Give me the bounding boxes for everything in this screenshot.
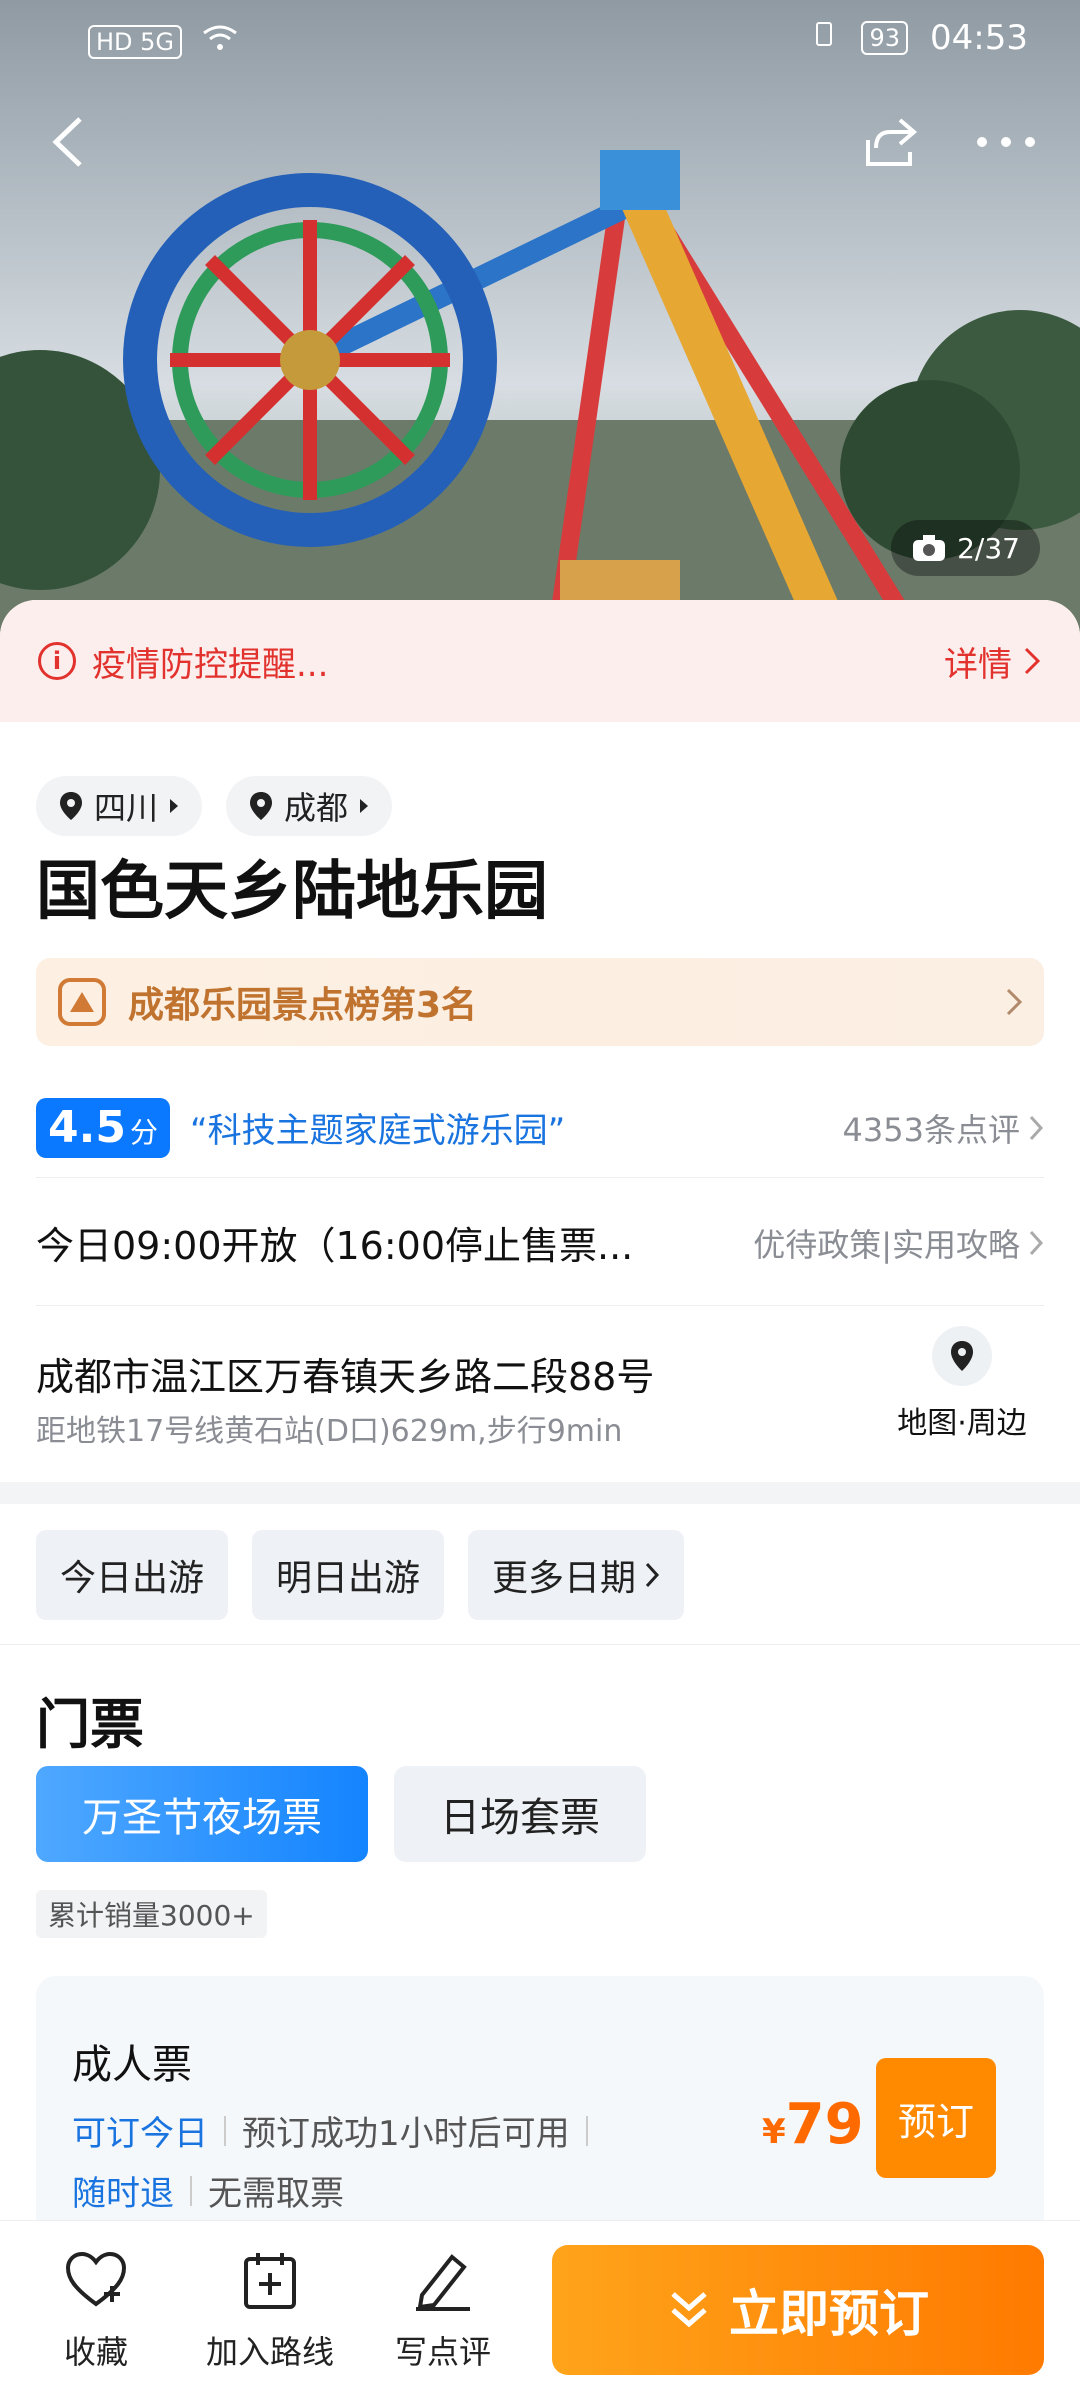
favorite-label: 收藏 <box>63 2333 128 2371</box>
ticket-tags-line1: 可订今日 预订成功1小时后可用 <box>72 2106 588 2155</box>
ranking-badge-icon <box>58 978 106 1026</box>
map-nearby-button[interactable]: 地图·周边 <box>882 1326 1042 1442</box>
ticket-name: 成人票 <box>72 2042 192 2088</box>
location-pin-icon <box>60 792 82 820</box>
sales-count-badge: 累计销量3000+ <box>36 1890 267 1938</box>
chevron-right-icon <box>1029 1230 1044 1255</box>
camera-icon <box>913 535 946 561</box>
review-count-link[interactable]: 4353条点评 <box>843 1105 1044 1151</box>
address-main: 成都市温江区万春镇天乡路二段88号 <box>36 1355 655 1399</box>
ticket-type-tabs: 万圣节夜场票 日场套票 <box>36 1766 646 1862</box>
ticket-tags-line2: 随时退 无需取票 <box>72 2166 344 2215</box>
chevron-right-icon <box>1006 988 1023 1016</box>
more-dates-button[interactable]: 更多日期 <box>468 1530 685 1620</box>
info-icon: i <box>38 642 76 680</box>
ranking-text: 成都乐园景点榜第3名 <box>128 985 478 1026</box>
section-divider <box>0 1482 1080 1504</box>
date-selector: 今日出游 明日出游 更多日期 <box>36 1530 685 1620</box>
share-button[interactable] <box>850 102 930 182</box>
score-badge: 4.5 分 <box>36 1097 170 1158</box>
bottom-action-bar: 收藏 加入路线 写点评 立即预订 <box>0 2220 1080 2400</box>
notice-text: 疫情防控提醒... <box>92 644 329 685</box>
battery-indicator: 93 <box>861 21 909 55</box>
add-route-button[interactable]: 加入路线 <box>200 2245 340 2373</box>
chevron-left-icon <box>52 117 82 167</box>
ticket-price: ¥ 79 <box>762 2092 864 2157</box>
price-value: 79 <box>785 2092 864 2157</box>
city-label: 成都 <box>284 789 349 827</box>
book-ticket-button[interactable]: 预订 <box>876 2058 996 2178</box>
back-button[interactable] <box>28 102 108 182</box>
notice-detail-label: 详情 <box>944 644 1012 685</box>
today-date-button[interactable]: 今日出游 <box>36 1530 229 1620</box>
chevron-right-icon <box>645 1562 660 1588</box>
content-sheet: i 疫情防控提醒... 详情 四川 成都 国色天乡陆地乐园 成都乐园景点榜第3名 <box>0 600 1080 2400</box>
no-pickup-note: 无需取票 <box>208 2174 344 2214</box>
chevron-right-icon <box>1029 1115 1044 1140</box>
book-now-button[interactable]: 立即预订 <box>552 2245 1044 2375</box>
bookable-today-tag: 可订今日 <box>72 2114 208 2154</box>
review-count: 4353条点评 <box>842 1110 1020 1149</box>
more-button[interactable] <box>966 102 1046 182</box>
hd-signal-indicator: HD 5G <box>88 25 183 59</box>
opening-hours: 今日09:00开放（16:00停止售票... <box>36 1224 634 1268</box>
epidemic-notice-banner[interactable]: i 疫情防控提醒... 详情 <box>0 600 1080 722</box>
tab-halloween-night[interactable]: 万圣节夜场票 <box>36 1766 368 1862</box>
ranking-banner[interactable]: 成都乐园景点榜第3名 <box>36 958 1044 1046</box>
calendar-plus-icon <box>235 2245 305 2315</box>
separator <box>224 2115 226 2146</box>
location-pin-icon <box>250 792 273 820</box>
pencil-icon <box>408 2245 478 2315</box>
rating-quote: “科技主题家庭式游乐园” <box>189 1111 566 1151</box>
caret-right-icon <box>360 799 369 813</box>
map-nearby-label: 地图·周边 <box>897 1406 1027 1441</box>
wifi-icon <box>200 22 240 62</box>
book-now-label: 立即预订 <box>729 2285 929 2343</box>
photo-counter[interactable]: 2/37 <box>891 520 1040 576</box>
clock: 04:53 <box>930 18 1028 58</box>
currency-symbol: ¥ <box>762 2112 786 2152</box>
tab-day-package[interactable]: 日场套票 <box>394 1766 646 1862</box>
location-tags: 四川 成都 <box>36 776 393 836</box>
notice-detail-link[interactable]: 详情 <box>944 637 1042 686</box>
separator <box>585 2115 588 2146</box>
rating-row[interactable]: 4.5 分 “科技主题家庭式游乐园” 4353条点评 <box>36 1078 1044 1178</box>
policy-guide-label: 优待政策|实用攻略 <box>753 1225 1020 1264</box>
address-row[interactable]: 成都市温江区万春镇天乡路二段88号 距地铁17号线黄石站(D口)629m,步行9… <box>0 1306 1080 1482</box>
hero-photo[interactable]: HD 5G 93 04:53 2/37 <box>0 0 1080 640</box>
heart-plus-icon <box>61 2245 131 2315</box>
attraction-title: 国色天乡陆地乐园 <box>36 855 548 929</box>
caret-right-icon <box>170 799 179 813</box>
ticket-card-adult[interactable]: 成人票 可订今日 预订成功1小时后可用 随时退 无需取票 ¥ 79 预订 <box>36 1976 1044 2236</box>
map-pin-icon <box>932 1326 992 1386</box>
province-tag[interactable]: 四川 <box>36 776 203 836</box>
vibrate-icon <box>809 18 839 58</box>
photo-count-text: 2/37 <box>957 531 1020 565</box>
usable-after-note: 预订成功1小时后可用 <box>242 2114 570 2154</box>
add-route-label: 加入路线 <box>205 2333 334 2371</box>
tickets-section-title: 门票 <box>36 1693 144 1756</box>
write-review-label: 写点评 <box>394 2333 491 2371</box>
double-chevron-down-icon <box>671 2292 707 2328</box>
tomorrow-date-button[interactable]: 明日出游 <box>252 1530 445 1620</box>
write-review-button[interactable]: 写点评 <box>388 2245 498 2373</box>
city-tag[interactable]: 成都 <box>226 776 393 836</box>
favorite-button[interactable]: 收藏 <box>56 2245 136 2373</box>
opening-hours-row[interactable]: 今日09:00开放（16:00停止售票... 优待政策|实用攻略 <box>36 1180 1044 1306</box>
score-unit: 分 <box>129 1115 158 1149</box>
share-icon <box>866 118 918 166</box>
refund-anytime-tag: 随时退 <box>72 2174 174 2214</box>
separator <box>190 2175 192 2206</box>
policy-guide-link[interactable]: 优待政策|实用攻略 <box>753 1220 1044 1266</box>
address-transit: 距地铁17号线黄石站(D口)629m,步行9min <box>36 1414 623 1449</box>
province-label: 四川 <box>94 789 159 827</box>
more-dates-label: 更多日期 <box>492 1558 637 1599</box>
divider <box>0 1644 1080 1645</box>
status-bar: HD 5G 93 04:53 <box>0 0 1080 80</box>
more-dots-icon <box>977 137 1035 147</box>
score-value: 4.5 <box>48 1101 126 1153</box>
chevron-right-icon <box>1024 647 1041 675</box>
